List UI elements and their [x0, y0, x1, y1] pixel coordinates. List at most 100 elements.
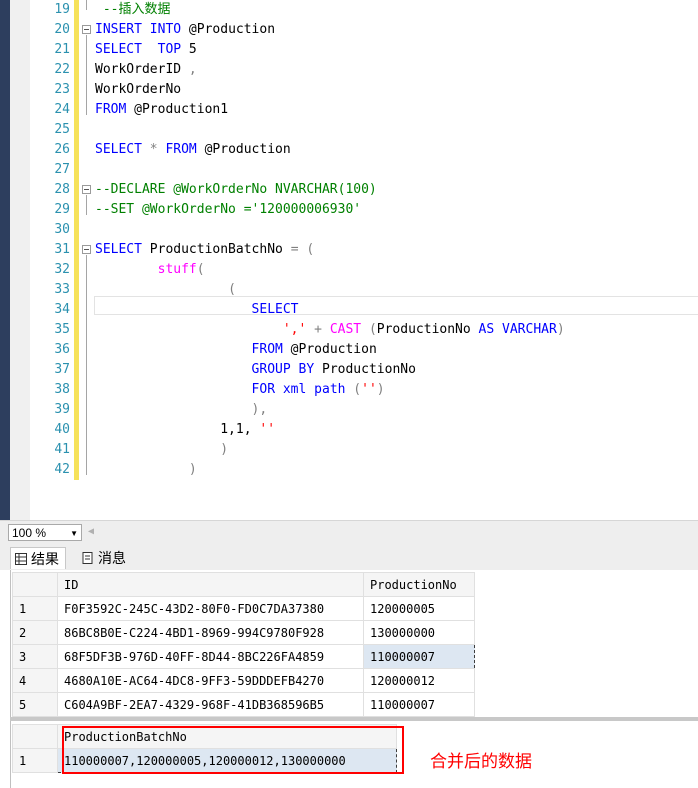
row-number[interactable]: 3: [12, 644, 58, 669]
code-line[interactable]: 22 WorkOrderID ,: [10, 60, 698, 80]
row-number[interactable]: 1: [12, 748, 58, 773]
code-line[interactable]: 34 SELECT: [10, 300, 698, 320]
tab-results-label: 结果: [31, 551, 59, 567]
code-line[interactable]: 28 --DECLARE @WorkOrderNo NVARCHAR(100): [10, 180, 698, 200]
row-header-corner[interactable]: [12, 724, 58, 749]
code-line[interactable]: 40 1,1, '': [10, 420, 698, 440]
code-token: ProductionNo: [314, 362, 416, 377]
code-line[interactable]: 32 stuff(: [10, 260, 698, 280]
zoom-select[interactable]: 100 % ▼: [8, 524, 82, 541]
change-marker: [74, 180, 79, 200]
table-row[interactable]: 4 4680A10E-AC64-4DC8-9FF3-59DDDEFB4270 1…: [12, 668, 475, 693]
grid-cell[interactable]: 110000007: [363, 692, 475, 717]
grid-cell[interactable]: 130000000: [363, 620, 475, 645]
message-icon: [82, 552, 93, 564]
code-token: ,: [188, 62, 197, 77]
row-number[interactable]: 4: [12, 668, 58, 693]
code-token: @Production: [196, 142, 291, 157]
code-line[interactable]: 41 ): [10, 440, 698, 460]
grid-cell[interactable]: 4680A10E-AC64-4DC8-9FF3-59DDDEFB4270: [57, 668, 364, 693]
row-number[interactable]: 1: [12, 596, 58, 621]
table-row[interactable]: 5 C604A9BF-2EA7-4329-968F-41DB368596B5 1…: [12, 692, 475, 717]
row-number[interactable]: 2: [12, 620, 58, 645]
code-token: ),: [251, 402, 268, 417]
code-line[interactable]: 42 ): [10, 460, 698, 480]
code-line[interactable]: 37 GROUP BY ProductionNo: [10, 360, 698, 380]
change-marker: [74, 300, 79, 320]
tab-messages[interactable]: 消息: [78, 547, 132, 569]
grid-cell[interactable]: F0F3592C-245C-43D2-80F0-FD0C7DA37380: [57, 596, 364, 621]
tab-results[interactable]: 结果: [10, 547, 66, 569]
line-number: 36: [54, 342, 70, 357]
result-grid-1[interactable]: ID ProductionNo 1 F0F3592C-245C-43D2-80F…: [12, 572, 475, 717]
grid-cell[interactable]: 120000012: [363, 668, 475, 693]
collapse-icon[interactable]: [82, 25, 91, 34]
code-token: INSERT: [95, 22, 142, 37]
table-row[interactable]: 1 F0F3592C-245C-43D2-80F0-FD0C7DA37380 1…: [12, 596, 475, 621]
code-token: (: [361, 322, 377, 337]
result-tabs: 结果 消息: [0, 545, 698, 570]
line-number: 20: [54, 22, 70, 37]
code-token: SELECT: [95, 142, 142, 157]
line-number: 38: [54, 382, 70, 397]
code-text: 1,1, '': [95, 420, 275, 440]
grid-cell[interactable]: 86BC8B0E-C224-4BD1-8969-994C9780F928: [57, 620, 364, 645]
line-number: 33: [54, 282, 70, 297]
change-marker: [74, 40, 79, 60]
grid-cell[interactable]: 68F5DF3B-976D-40FF-8D44-8BC226FA4859: [57, 644, 364, 669]
code-text: FROM @Production: [95, 340, 377, 360]
grid-cell[interactable]: C604A9BF-2EA7-4329-968F-41DB368596B5: [57, 692, 364, 717]
code-token: --DECLARE @WorkOrderNo NVARCHAR(100): [95, 182, 377, 197]
code-line[interactable]: 30: [10, 220, 698, 240]
code-line[interactable]: 36 FROM @Production: [10, 340, 698, 360]
code-line[interactable]: 26 SELECT * FROM @Production: [10, 140, 698, 160]
grid-splitter[interactable]: [10, 717, 698, 721]
code-token: '': [361, 382, 377, 397]
collapse-icon[interactable]: [82, 185, 91, 194]
code-line[interactable]: 29 --SET @WorkOrderNo ='120000006930': [10, 200, 698, 220]
code-line[interactable]: 27: [10, 160, 698, 180]
table-row[interactable]: 3 68F5DF3B-976D-40FF-8D44-8BC226FA4859 1…: [12, 644, 475, 669]
code-line[interactable]: 25: [10, 120, 698, 140]
code-text: SELECT * FROM @Production: [95, 140, 291, 160]
editor-status-bar: 100 % ▼ ◀: [0, 520, 698, 545]
column-header[interactable]: ProductionNo: [363, 572, 475, 597]
code-line[interactable]: 39 ),: [10, 400, 698, 420]
chevron-down-icon[interactable]: ▼: [70, 525, 78, 542]
code-line[interactable]: 23 WorkOrderNo: [10, 80, 698, 100]
code-line[interactable]: 24 FROM @Production1: [10, 100, 698, 120]
code-line[interactable]: 19 --插入数据: [10, 0, 698, 20]
change-marker: [74, 340, 79, 360]
change-marker: [74, 100, 79, 120]
code-token: (: [196, 262, 205, 277]
zoom-value: 100 %: [12, 526, 47, 540]
code-line[interactable]: 38 FOR xml path (''): [10, 380, 698, 400]
code-line[interactable]: 20 INSERT INTO @Production: [10, 20, 698, 40]
code-token: 5: [181, 42, 197, 57]
code-token: (: [345, 382, 362, 397]
line-number: 26: [54, 142, 70, 157]
code-text: INSERT INTO @Production: [95, 20, 275, 40]
code-line[interactable]: 21 SELECT TOP 5: [10, 40, 698, 60]
scroll-left-icon[interactable]: ◀: [88, 526, 94, 537]
code-token: VARCHAR: [502, 322, 557, 337]
grid-cell[interactable]: 120000005: [363, 596, 475, 621]
sql-editor[interactable]: 19 --插入数据 20 INSERT INTO @Production 21 SELE…: [10, 0, 698, 520]
code-line[interactable]: 33 (: [10, 280, 698, 300]
row-number[interactable]: 5: [12, 692, 58, 717]
change-marker: [74, 80, 79, 100]
code-line[interactable]: 31 SELECT ProductionBatchNo = (: [10, 240, 698, 260]
code-text: --插入数据: [95, 0, 171, 20]
code-line[interactable]: 35 ',' + CAST (ProductionNo AS VARCHAR): [10, 320, 698, 340]
table-row[interactable]: 2 86BC8B0E-C224-4BD1-8969-994C9780F928 1…: [12, 620, 475, 645]
fold-guide: [86, 35, 87, 115]
selected-grid-cell[interactable]: 110000007: [363, 644, 475, 669]
collapse-icon[interactable]: [82, 245, 91, 254]
code-token: WorkOrderNo: [95, 82, 182, 97]
column-header[interactable]: ID: [57, 572, 364, 597]
row-header-corner[interactable]: [12, 572, 58, 597]
